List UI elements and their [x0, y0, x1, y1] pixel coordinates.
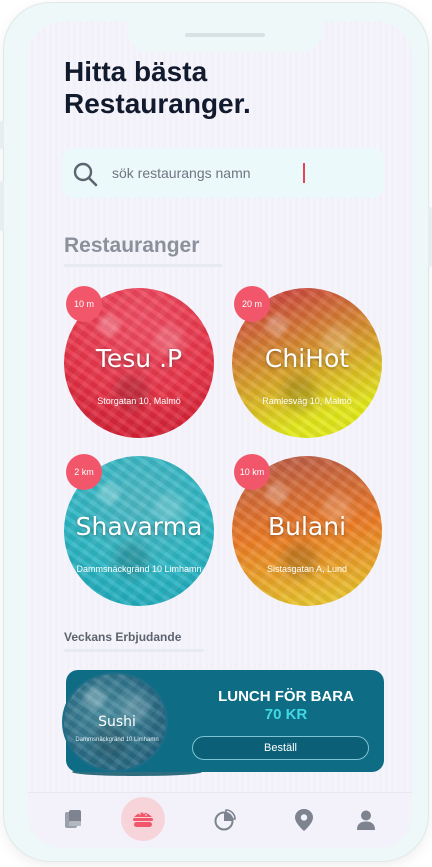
- restaurant-card-chihot[interactable]: ChiHot Ramlesväg 10, Malmö 20 m: [232, 286, 382, 438]
- distance-badge: 10 km: [234, 454, 270, 490]
- restaurant-address: Dammsnäckgränd 10 Limhamn: [76, 564, 202, 574]
- tab-stats[interactable]: [210, 805, 240, 835]
- promo-restaurant-address: Dammsnäckgränd 10 Limhamn: [75, 737, 159, 743]
- distance-badge: 10 m: [66, 286, 102, 322]
- section-title-restaurants: Restauranger: [64, 234, 200, 257]
- restaurant-name: Shavarma: [75, 512, 203, 541]
- restaurant-card-bulani[interactable]: Bulani Sistasgatan A, Lund 10 km: [232, 454, 382, 606]
- section-title-offers: Veckans Erbjudande: [64, 630, 182, 644]
- tab-menu[interactable]: [58, 805, 88, 835]
- restaurant-address: Storgatan 10, Malmö: [97, 396, 181, 406]
- bottom-tab-bar: [28, 792, 412, 848]
- tab-profile[interactable]: [351, 805, 381, 835]
- search-bar[interactable]: [62, 148, 384, 198]
- promo-headline: LUNCH FÖR BARA: [218, 688, 354, 705]
- restaurant-name: ChiHot: [264, 344, 350, 373]
- promo-restaurant-image[interactable]: Sushi Dammsnäckgränd 10 Limhamn: [62, 672, 168, 772]
- phone-frame: Hitta bästa Restauranger. Restauranger T…: [0, 3, 432, 861]
- app-screen: Hitta bästa Restauranger. Restauranger T…: [28, 22, 412, 848]
- side-button-volume-up: [0, 121, 4, 149]
- restaurant-address: Ramlesväg 10, Malmö: [262, 396, 352, 406]
- menu-book-icon: [65, 810, 81, 828]
- page-title: Hitta bästa Restauranger.: [64, 56, 364, 120]
- page-title-line1: Hitta bästa: [64, 56, 208, 87]
- tab-map[interactable]: [289, 805, 319, 835]
- page-title-line2: Restauranger.: [64, 88, 251, 119]
- side-button-power: [428, 207, 432, 267]
- restaurant-card-shavarma[interactable]: Shavarma Dammsnäckgränd 10 Limhamn 2 km: [64, 454, 214, 606]
- order-button[interactable]: Beställ: [192, 736, 369, 760]
- profile-icon: [357, 810, 375, 830]
- promo-restaurant-name: Sushi: [98, 714, 136, 730]
- restaurant-address: Sistasgatan A, Lund: [266, 564, 348, 574]
- burger-icon: [133, 812, 153, 827]
- section-underline: [64, 264, 222, 267]
- restaurant-name: Bulani: [267, 512, 347, 541]
- location-pin-icon: [295, 809, 313, 831]
- text-cursor: [303, 163, 305, 183]
- side-button-volume-down: [0, 181, 4, 231]
- distance-badge: 2 km: [66, 454, 102, 490]
- promo-price: 70 KR: [264, 706, 308, 723]
- restaurant-name: Tesu .P: [95, 344, 183, 373]
- restaurant-card-tesu[interactable]: Tesu .P Storgatan 10, Malmö 10 m: [64, 286, 214, 438]
- pie-chart-icon: [214, 809, 236, 831]
- search-icon[interactable]: [72, 161, 98, 187]
- phone-notch: [127, 22, 323, 52]
- tab-restaurants[interactable]: [128, 804, 158, 834]
- distance-badge: 20 m: [234, 286, 270, 322]
- search-input[interactable]: [112, 162, 302, 184]
- section-underline: [64, 649, 204, 652]
- phone-speaker: [185, 33, 265, 37]
